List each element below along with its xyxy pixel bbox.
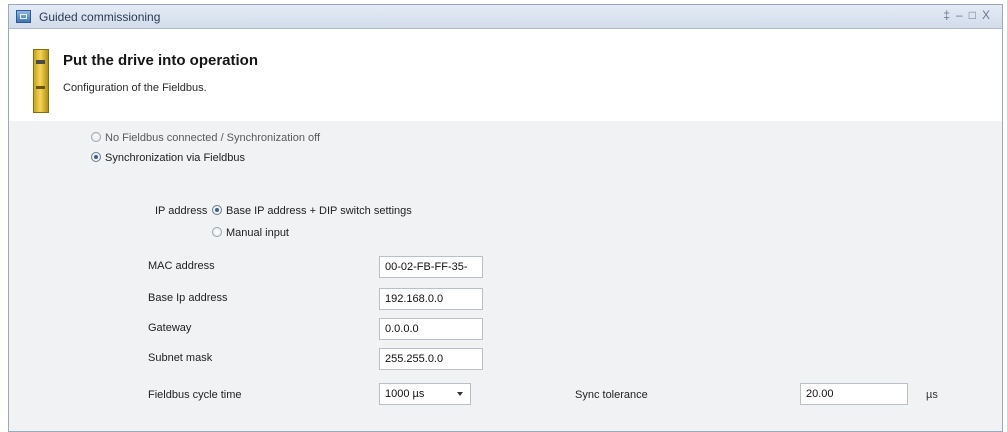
close-icon[interactable]: X xyxy=(982,8,996,22)
radio-label: Synchronization via Fieldbus xyxy=(105,152,246,164)
page-subtitle: Configuration of the Fieldbus. xyxy=(63,82,207,94)
page-header: Put the drive into operation Configurati… xyxy=(9,29,1002,121)
radio-manual-input[interactable]: Manual input xyxy=(212,227,289,239)
subnet-mask-label: Subnet mask xyxy=(148,352,213,364)
minimize-icon[interactable]: – xyxy=(956,8,969,22)
chevron-down-icon xyxy=(457,392,463,396)
radio-label: No Fieldbus connected / Synchronization … xyxy=(105,132,321,144)
sync-tolerance-unit: µs xyxy=(926,389,938,401)
gateway-field[interactable] xyxy=(379,318,483,340)
cycle-time-value: 1000 µs xyxy=(385,388,425,400)
base-ip-field[interactable] xyxy=(379,288,483,310)
drive-icon xyxy=(33,49,49,113)
radio-base-ip-dip[interactable]: Base IP address + DIP switch settings xyxy=(212,205,412,217)
ip-address-label: IP address xyxy=(155,205,208,217)
base-ip-label: Base Ip address xyxy=(148,292,228,304)
sync-tolerance-label: Sync tolerance xyxy=(575,389,648,401)
radio-button-selected[interactable] xyxy=(212,205,222,215)
mac-address-label: MAC address xyxy=(148,260,215,272)
gateway-label: Gateway xyxy=(148,322,192,334)
radio-button[interactable] xyxy=(212,227,222,237)
radio-button-selected[interactable] xyxy=(91,152,101,162)
cycle-time-label: Fieldbus cycle time xyxy=(148,389,242,401)
maximize-icon[interactable]: □ xyxy=(969,8,982,22)
window-title: Guided commissioning xyxy=(39,10,161,24)
cycle-time-select[interactable]: 1000 µs xyxy=(379,383,471,405)
radio-sync-via-fieldbus[interactable]: Synchronization via Fieldbus xyxy=(91,152,245,164)
radio-no-fieldbus[interactable]: No Fieldbus connected / Synchronization … xyxy=(91,132,320,144)
app-icon xyxy=(16,10,31,23)
guided-commissioning-window: Guided commissioning ‡–□X Put the drive … xyxy=(8,4,1003,432)
sync-tolerance-field[interactable] xyxy=(800,383,908,405)
radio-label: Manual input xyxy=(226,227,289,239)
pin-icon[interactable]: ‡ xyxy=(943,8,956,22)
mac-address-field[interactable] xyxy=(379,256,483,278)
title-bar: Guided commissioning ‡–□X xyxy=(9,5,1002,29)
subnet-mask-field[interactable] xyxy=(379,348,483,370)
radio-label: Base IP address + DIP switch settings xyxy=(226,205,412,217)
page-title: Put the drive into operation xyxy=(63,52,259,69)
window-controls: ‡–□X xyxy=(943,8,996,22)
radio-button[interactable] xyxy=(91,132,101,142)
